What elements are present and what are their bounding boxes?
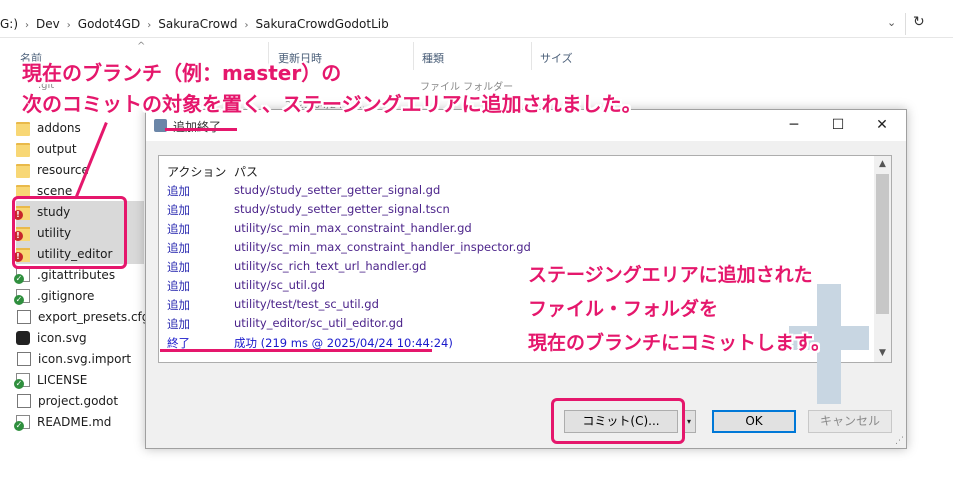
file-row[interactable]: LICENSE: [14, 369, 144, 390]
chevron-right-icon: ›: [25, 20, 30, 31]
column-header-size[interactable]: サイズ: [540, 50, 573, 66]
file-name: README.md: [37, 414, 112, 429]
column-header-path[interactable]: パス: [234, 163, 258, 180]
breadcrumb: G:) › Dev › Godot4GD › SakuraCrowd › SakuraCrowd…: [0, 17, 389, 31]
git-file-icon: [14, 372, 30, 389]
row-path: study/study_setter_getter_signal.tscn: [234, 202, 450, 216]
row-action: 追加: [167, 203, 190, 217]
file-row[interactable]: project.godot: [16, 390, 144, 411]
folder-icon: [16, 121, 30, 136]
row-action: 追加: [167, 184, 190, 198]
scroll-up-icon[interactable]: ▲: [874, 156, 891, 173]
godot-icon: [16, 330, 30, 345]
breadcrumb-item[interactable]: Dev: [36, 17, 60, 31]
list-item[interactable]: 追加 study/study_setter_getter_signal.gd: [159, 181, 874, 200]
annotation-underline: [165, 128, 237, 131]
file-row[interactable]: output: [16, 138, 144, 159]
row-action: 追加: [167, 241, 190, 255]
row-action: 追加: [167, 279, 190, 293]
column-divider: [413, 42, 414, 70]
chevron-right-icon: ›: [147, 20, 152, 31]
file-icon: [17, 393, 31, 408]
minimize-icon[interactable]: ─: [772, 110, 816, 141]
annotation-right-line3: 現在のブランチにコミットします。: [528, 332, 831, 354]
folder-icon: [16, 142, 30, 157]
file-name: LICENSE: [37, 372, 88, 387]
breadcrumb-item[interactable]: SakuraCrowd: [158, 17, 237, 31]
file-name: icon.svg: [37, 330, 87, 345]
scroll-down-icon[interactable]: ▼: [874, 345, 891, 362]
annotation-top-line1: 現在のブランチ（例：master）の: [22, 61, 342, 85]
file-row[interactable]: .gitignore: [14, 285, 144, 306]
file-name: output: [37, 141, 77, 156]
file-name: addons: [37, 120, 81, 135]
ok-button[interactable]: OK: [712, 410, 796, 433]
row-action: 追加: [167, 260, 190, 274]
row-path: utility/sc_min_max_constraint_handler.gd: [234, 221, 472, 235]
file-name: export_presets.cfg: [38, 309, 150, 324]
list-item[interactable]: 追加 utility/sc_min_max_constraint_handler.…: [159, 219, 874, 238]
list-item[interactable]: 追加 study/study_setter_getter_signal.tscn: [159, 200, 874, 219]
file-icon: [17, 309, 31, 324]
file-row[interactable]: icon.svg: [16, 327, 144, 348]
git-file-icon: [14, 267, 30, 284]
resize-grip-icon[interactable]: ⋰: [895, 436, 904, 446]
file-row[interactable]: resource: [16, 159, 144, 180]
dialog-title: 追加終了: [173, 120, 222, 134]
row-path: utility/test/test_sc_util.gd: [234, 297, 379, 311]
address-bar[interactable]: G:) › Dev › Godot4GD › SakuraCrowd › SakuraCrowd…: [0, 12, 953, 38]
close-icon[interactable]: ✕: [860, 110, 904, 141]
row-path: study/study_setter_getter_signal.gd: [234, 183, 441, 197]
chevron-right-icon: ›: [244, 20, 249, 31]
git-file-icon: [14, 288, 30, 305]
divider: [905, 13, 906, 35]
file-row[interactable]: icon.svg.import: [16, 348, 144, 369]
sort-up-icon: ^: [137, 41, 146, 52]
file-name: resource: [37, 162, 89, 177]
list-item[interactable]: 追加 utility/sc_min_max_constraint_handler_…: [159, 238, 874, 257]
file-icon: [17, 351, 31, 366]
annotation-top-line2: 次のコミットの対象を置く、ステージングエリアに追加されました。: [22, 92, 642, 116]
row-action: 追加: [167, 317, 190, 331]
column-header-type[interactable]: 種類: [422, 50, 444, 66]
vertical-scrollbar[interactable]: ▲ ▼: [874, 156, 891, 362]
address-history-chevron-icon[interactable]: ⌄: [887, 16, 896, 29]
row-path: utility/sc_min_max_constraint_handler_in…: [234, 240, 531, 254]
file-name: .gitattributes: [37, 267, 116, 282]
file-name: icon.svg.import: [38, 351, 132, 366]
column-divider: [531, 42, 532, 70]
row-action: 追加: [167, 222, 190, 236]
folder-icon: [16, 163, 30, 178]
row-path: utility/sc_rich_text_url_handler.gd: [234, 259, 427, 273]
annotation-box-commit: [551, 398, 685, 444]
breadcrumb-item[interactable]: G:): [0, 17, 18, 31]
breadcrumb-item[interactable]: Godot4GD: [78, 17, 140, 31]
file-row[interactable]: addons: [16, 117, 144, 138]
annotation-underline-finished: [160, 349, 432, 352]
file-name: .gitignore: [37, 288, 95, 303]
file-row[interactable]: export_presets.cfg: [16, 306, 149, 327]
file-name: project.godot: [38, 393, 119, 408]
refresh-icon[interactable]: ↻: [913, 14, 925, 30]
file-row[interactable]: README.md: [14, 411, 144, 432]
annotation-right-line2: ファイル・フォルダを: [528, 298, 719, 320]
annotation-box-folders: [12, 196, 127, 269]
list-item[interactable]: 追加 utility/test/test_sc_util.gd: [159, 295, 874, 314]
column-header-action[interactable]: アクション: [167, 163, 226, 180]
scrollbar-thumb[interactable]: [876, 174, 889, 314]
chevron-right-icon: ›: [66, 20, 71, 31]
git-file-icon: [14, 414, 30, 431]
cancel-button[interactable]: キャンセル: [808, 410, 892, 433]
row-path: utility/sc_util.gd: [234, 278, 326, 292]
row-path: utility_editor/sc_util_editor.gd: [234, 316, 404, 330]
annotation-right-line1: ステージングエリアに追加された: [528, 264, 813, 286]
breadcrumb-item[interactable]: SakuraCrowdGodotLib: [256, 17, 389, 31]
maximize-icon[interactable]: ☐: [816, 110, 860, 141]
row-action: 追加: [167, 298, 190, 312]
